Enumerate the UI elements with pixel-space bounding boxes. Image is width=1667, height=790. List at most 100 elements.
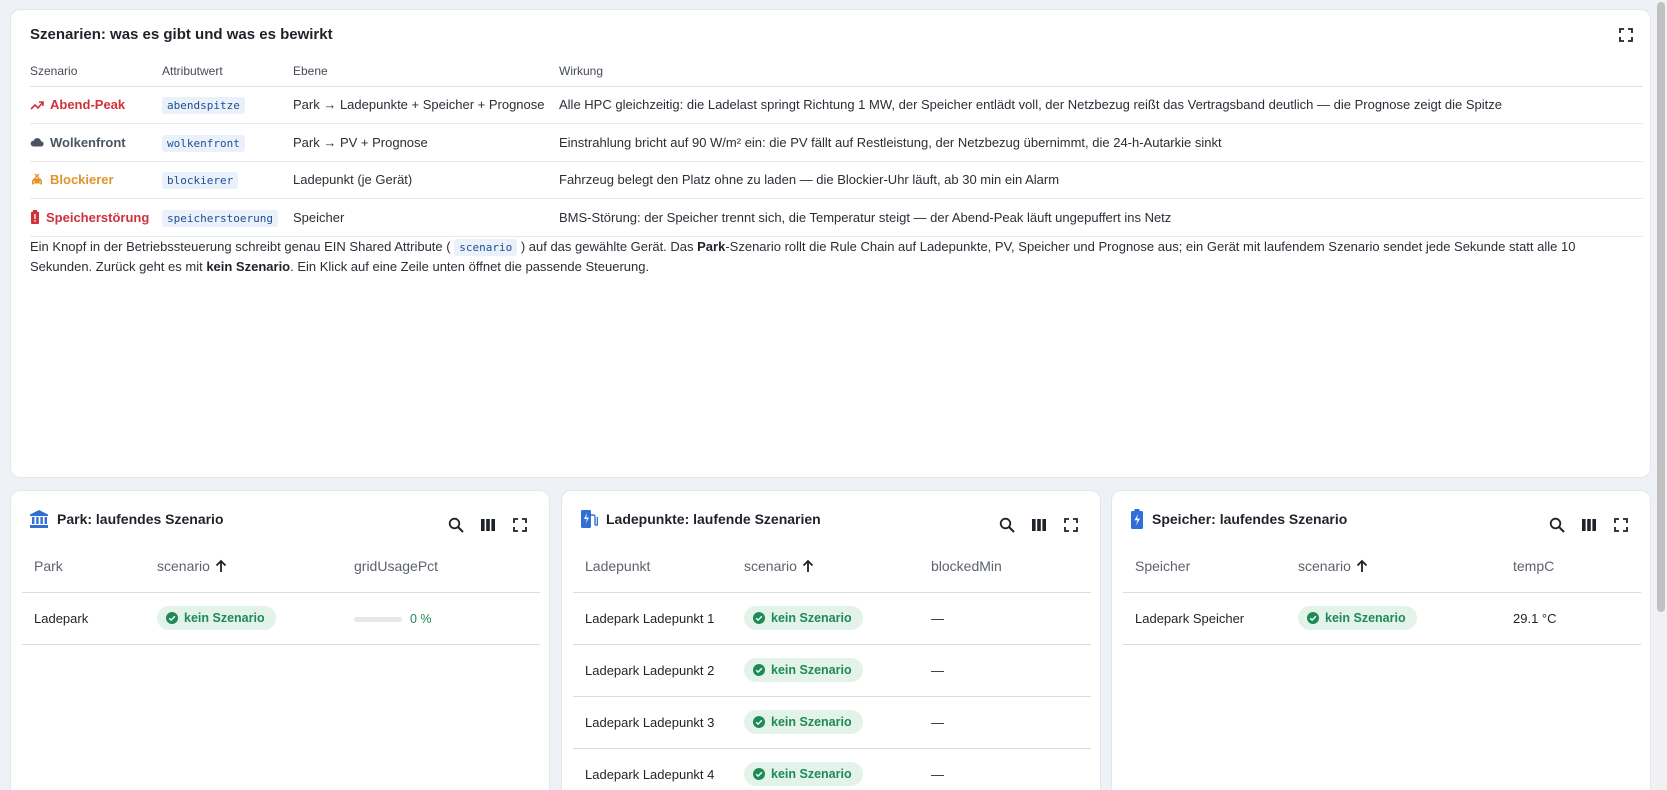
- columns-icon: [481, 519, 495, 531]
- table-row: Blockierer blockierer Ladepunkt (je Gerä…: [30, 161, 1643, 199]
- attribute-value-code: wolkenfront: [162, 134, 245, 152]
- speicher-name: Ladepark Speicher: [1123, 592, 1286, 645]
- car-blocked-icon: [32, 173, 42, 185]
- sort-arrow-up-icon: [1356, 559, 1368, 572]
- status-badge: kein Szenario: [744, 606, 863, 630]
- ladepunkte-scenario-card: Ladepunkte: laufende Szenarien Ladepunkt…: [561, 490, 1101, 790]
- column-header-park: Park: [22, 540, 145, 593]
- attribute-value-code: abendspitze: [162, 97, 245, 115]
- fullscreen-icon: [513, 518, 527, 532]
- blocked-min-value: —: [919, 748, 1091, 790]
- column-header-scenario[interactable]: scenario: [1286, 540, 1501, 593]
- scenario-effect: Alle HPC gleichzeitig: die Ladelast spri…: [559, 86, 1643, 124]
- battery-charging-icon: [1131, 509, 1143, 529]
- fullscreen-button[interactable]: [1617, 26, 1635, 44]
- check-circle-icon: [753, 768, 765, 780]
- column-header-ebene: Ebene: [293, 57, 559, 87]
- ladepunkt-name: Ladepark Ladepunkt 4: [573, 748, 732, 790]
- park-card-header: Park: laufendes Szenario: [29, 509, 224, 529]
- page-scrollbar[interactable]: [1655, 0, 1667, 790]
- scenarios-description: Ein Knopf in der Betriebssteuerung schre…: [30, 239, 1576, 274]
- scenarios-table: Szenario Attributwert Ebene Wirkung Aben…: [30, 57, 1643, 237]
- table-row[interactable]: Ladepark Ladepunkt 4 kein Szenario —: [573, 748, 1091, 790]
- scenario-name: Wolkenfront: [30, 135, 162, 150]
- status-badge: kein Szenario: [744, 710, 863, 734]
- column-header-attributwert: Attributwert: [162, 57, 293, 87]
- table-row: Speicherstörung speicherstoerung Speiche…: [30, 198, 1643, 237]
- check-circle-icon: [753, 716, 765, 728]
- table-row[interactable]: Ladepark Ladepunkt 2 kein Szenario —: [573, 644, 1091, 697]
- cloud-icon: [30, 138, 44, 147]
- speicher-table: Speicher scenario tempC Ladepark Speiche…: [1123, 540, 1641, 645]
- search-icon: [999, 517, 1015, 533]
- fullscreen-icon: [1614, 518, 1628, 532]
- fullscreen-button[interactable]: [1060, 514, 1082, 536]
- ladepunkt-name: Ladepark Ladepunkt 3: [573, 696, 732, 749]
- blocked-min-value: —: [919, 592, 1091, 645]
- ev-charger-icon: [581, 510, 598, 528]
- column-header-ladepunkt: Ladepunkt: [573, 540, 732, 593]
- blocked-min-value: —: [919, 696, 1091, 749]
- ladepunkte-table: Ladepunkt scenario blockedMin Ladepark L…: [573, 540, 1091, 790]
- column-header-scenario[interactable]: scenario: [145, 540, 342, 593]
- park-card-toolbar: [445, 514, 531, 536]
- search-button[interactable]: [996, 514, 1018, 536]
- columns-button[interactable]: [1028, 514, 1050, 536]
- attribute-value-code: speicherstoerung: [162, 209, 278, 227]
- trending-up-icon: [30, 100, 44, 110]
- ladepunkt-name: Ladepark Ladepunkt 2: [573, 644, 732, 697]
- grid-usage-label: 0 %: [410, 612, 432, 627]
- table-row[interactable]: Ladepark Speicher kein Szenario 29.1 °C: [1123, 592, 1641, 645]
- check-circle-icon: [1307, 612, 1319, 624]
- column-header-scenario[interactable]: scenario: [732, 540, 919, 593]
- columns-button[interactable]: [1578, 514, 1600, 536]
- search-icon: [448, 517, 464, 533]
- park-table: Park scenario gridUsagePct Ladepark kein…: [22, 540, 540, 645]
- table-row[interactable]: Ladepark Ladepunkt 1 kein Szenario —: [573, 592, 1091, 645]
- scenario-level: Speicher: [293, 198, 559, 237]
- speicher-scenario-card: Speicher: laufendes Szenario Speicher sc…: [1111, 490, 1651, 790]
- status-badge: kein Szenario: [1298, 606, 1417, 630]
- status-badge: kein Szenario: [744, 658, 863, 682]
- ladepunkt-name: Ladepark Ladepunkt 1: [573, 592, 732, 645]
- scenario-level: Park → Ladepunkte + Speicher + Prognose: [293, 86, 559, 124]
- check-circle-icon: [753, 612, 765, 624]
- columns-icon: [1582, 519, 1596, 531]
- check-circle-icon: [166, 612, 178, 624]
- column-header-tempc: tempC: [1501, 540, 1641, 593]
- column-header-wirkung: Wirkung: [559, 57, 1643, 87]
- ladepunkte-card-title: Ladepunkte: laufende Szenarien: [606, 511, 821, 527]
- status-badge: kein Szenario: [157, 606, 276, 630]
- speicher-card-toolbar: [1546, 514, 1632, 536]
- park-name: Ladepark: [22, 592, 145, 645]
- speicher-card-title: Speicher: laufendes Szenario: [1152, 511, 1348, 527]
- bank-icon: [30, 510, 48, 528]
- page-scrollbar-thumb[interactable]: [1657, 2, 1665, 612]
- park-scenario-card: Park: laufendes Szenario Park scenario g…: [10, 490, 550, 790]
- scenario-name: Blockierer: [30, 172, 162, 187]
- search-button[interactable]: [445, 514, 467, 536]
- table-row[interactable]: Ladepark kein Szenario 0 %: [22, 592, 540, 645]
- scenario-level: Ladepunkt (je Gerät): [293, 161, 559, 199]
- grid-usage-bar: [354, 616, 402, 622]
- park-table-header: Park scenario gridUsagePct: [22, 540, 540, 593]
- search-button[interactable]: [1546, 514, 1568, 536]
- columns-button[interactable]: [477, 514, 499, 536]
- scenarios-card: Szenarien: was es gibt und was es bewirk…: [10, 9, 1651, 478]
- scenarios-table-header: Szenario Attributwert Ebene Wirkung: [30, 57, 1643, 87]
- temp-value: 29.1 °C: [1501, 592, 1641, 645]
- fullscreen-button[interactable]: [1610, 514, 1632, 536]
- scenario-effect: Fahrzeug belegt den Platz ohne zu laden …: [559, 161, 1643, 199]
- check-circle-icon: [753, 664, 765, 676]
- columns-icon: [1032, 519, 1046, 531]
- column-header-szenario: Szenario: [30, 57, 162, 87]
- inline-code-scenario: scenario: [454, 239, 518, 256]
- table-row: Wolkenfront wolkenfront Park → PV + Prog…: [30, 123, 1643, 162]
- column-header-speicher: Speicher: [1123, 540, 1286, 593]
- speicher-table-header: Speicher scenario tempC: [1123, 540, 1641, 593]
- fullscreen-icon: [1619, 28, 1633, 42]
- fullscreen-button[interactable]: [509, 514, 531, 536]
- scenario-name: Speicherstörung: [30, 210, 162, 225]
- table-row[interactable]: Ladepark Ladepunkt 3 kein Szenario —: [573, 696, 1091, 749]
- scenario-name: Abend-Peak: [30, 97, 162, 112]
